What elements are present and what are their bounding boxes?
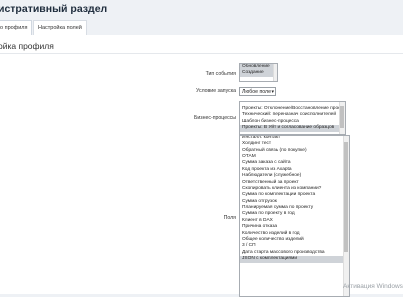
start-condition-select[interactable]: Любое поле ▾ bbox=[239, 87, 276, 96]
event-type-scrollbar[interactable] bbox=[273, 64, 277, 81]
event-type-option[interactable]: Создание bbox=[240, 70, 277, 77]
field-option[interactable]: JSON с комплектациями bbox=[240, 256, 349, 263]
business-processes-scrollbar[interactable] bbox=[339, 102, 345, 134]
event-type-label: Тип события bbox=[205, 71, 236, 77]
settings-panel: ойка профиля Тип события Обновление Созд… bbox=[0, 35, 403, 297]
windows-activation-watermark: Активация Windows bbox=[343, 283, 403, 290]
section-title: ойка профиля bbox=[0, 41, 54, 51]
tab-bar: о профиля Настройка полей bbox=[0, 20, 403, 35]
business-processes-label: Бизнес-процессы bbox=[193, 115, 236, 121]
scrollbar-thumb[interactable] bbox=[344, 142, 348, 252]
tab-field-settings[interactable]: Настройка полей bbox=[33, 20, 87, 35]
start-condition-value: Любое поле bbox=[242, 89, 271, 95]
fields-listbox[interactable]: ИнсталлаторИнсталл. контрагентИнсталл. к… bbox=[239, 135, 350, 297]
business-process-option[interactable]: Технический: переназнач соисполнителей bbox=[240, 112, 345, 118]
scrollbar-thumb[interactable] bbox=[340, 106, 344, 128]
chevron-down-icon: ▾ bbox=[271, 89, 274, 95]
fields-scrollbar[interactable] bbox=[343, 136, 349, 296]
admin-header: истративный раздел ☆ bbox=[0, 0, 403, 20]
section-divider bbox=[0, 53, 403, 54]
business-processes-listbox[interactable]: Проекты: Отклонение/Восстановление проек… bbox=[239, 101, 346, 135]
tab-profile[interactable]: о профиля bbox=[0, 20, 33, 35]
favorite-star-icon[interactable]: ☆ bbox=[85, 4, 93, 15]
fields-label: Поля bbox=[223, 215, 236, 221]
event-type-listbox[interactable]: Обновление Создание bbox=[239, 63, 278, 82]
start-condition-label: Условие запуска bbox=[196, 88, 236, 94]
business-process-option[interactable]: Проекты: В Уйт и согласование образцов bbox=[240, 125, 345, 132]
